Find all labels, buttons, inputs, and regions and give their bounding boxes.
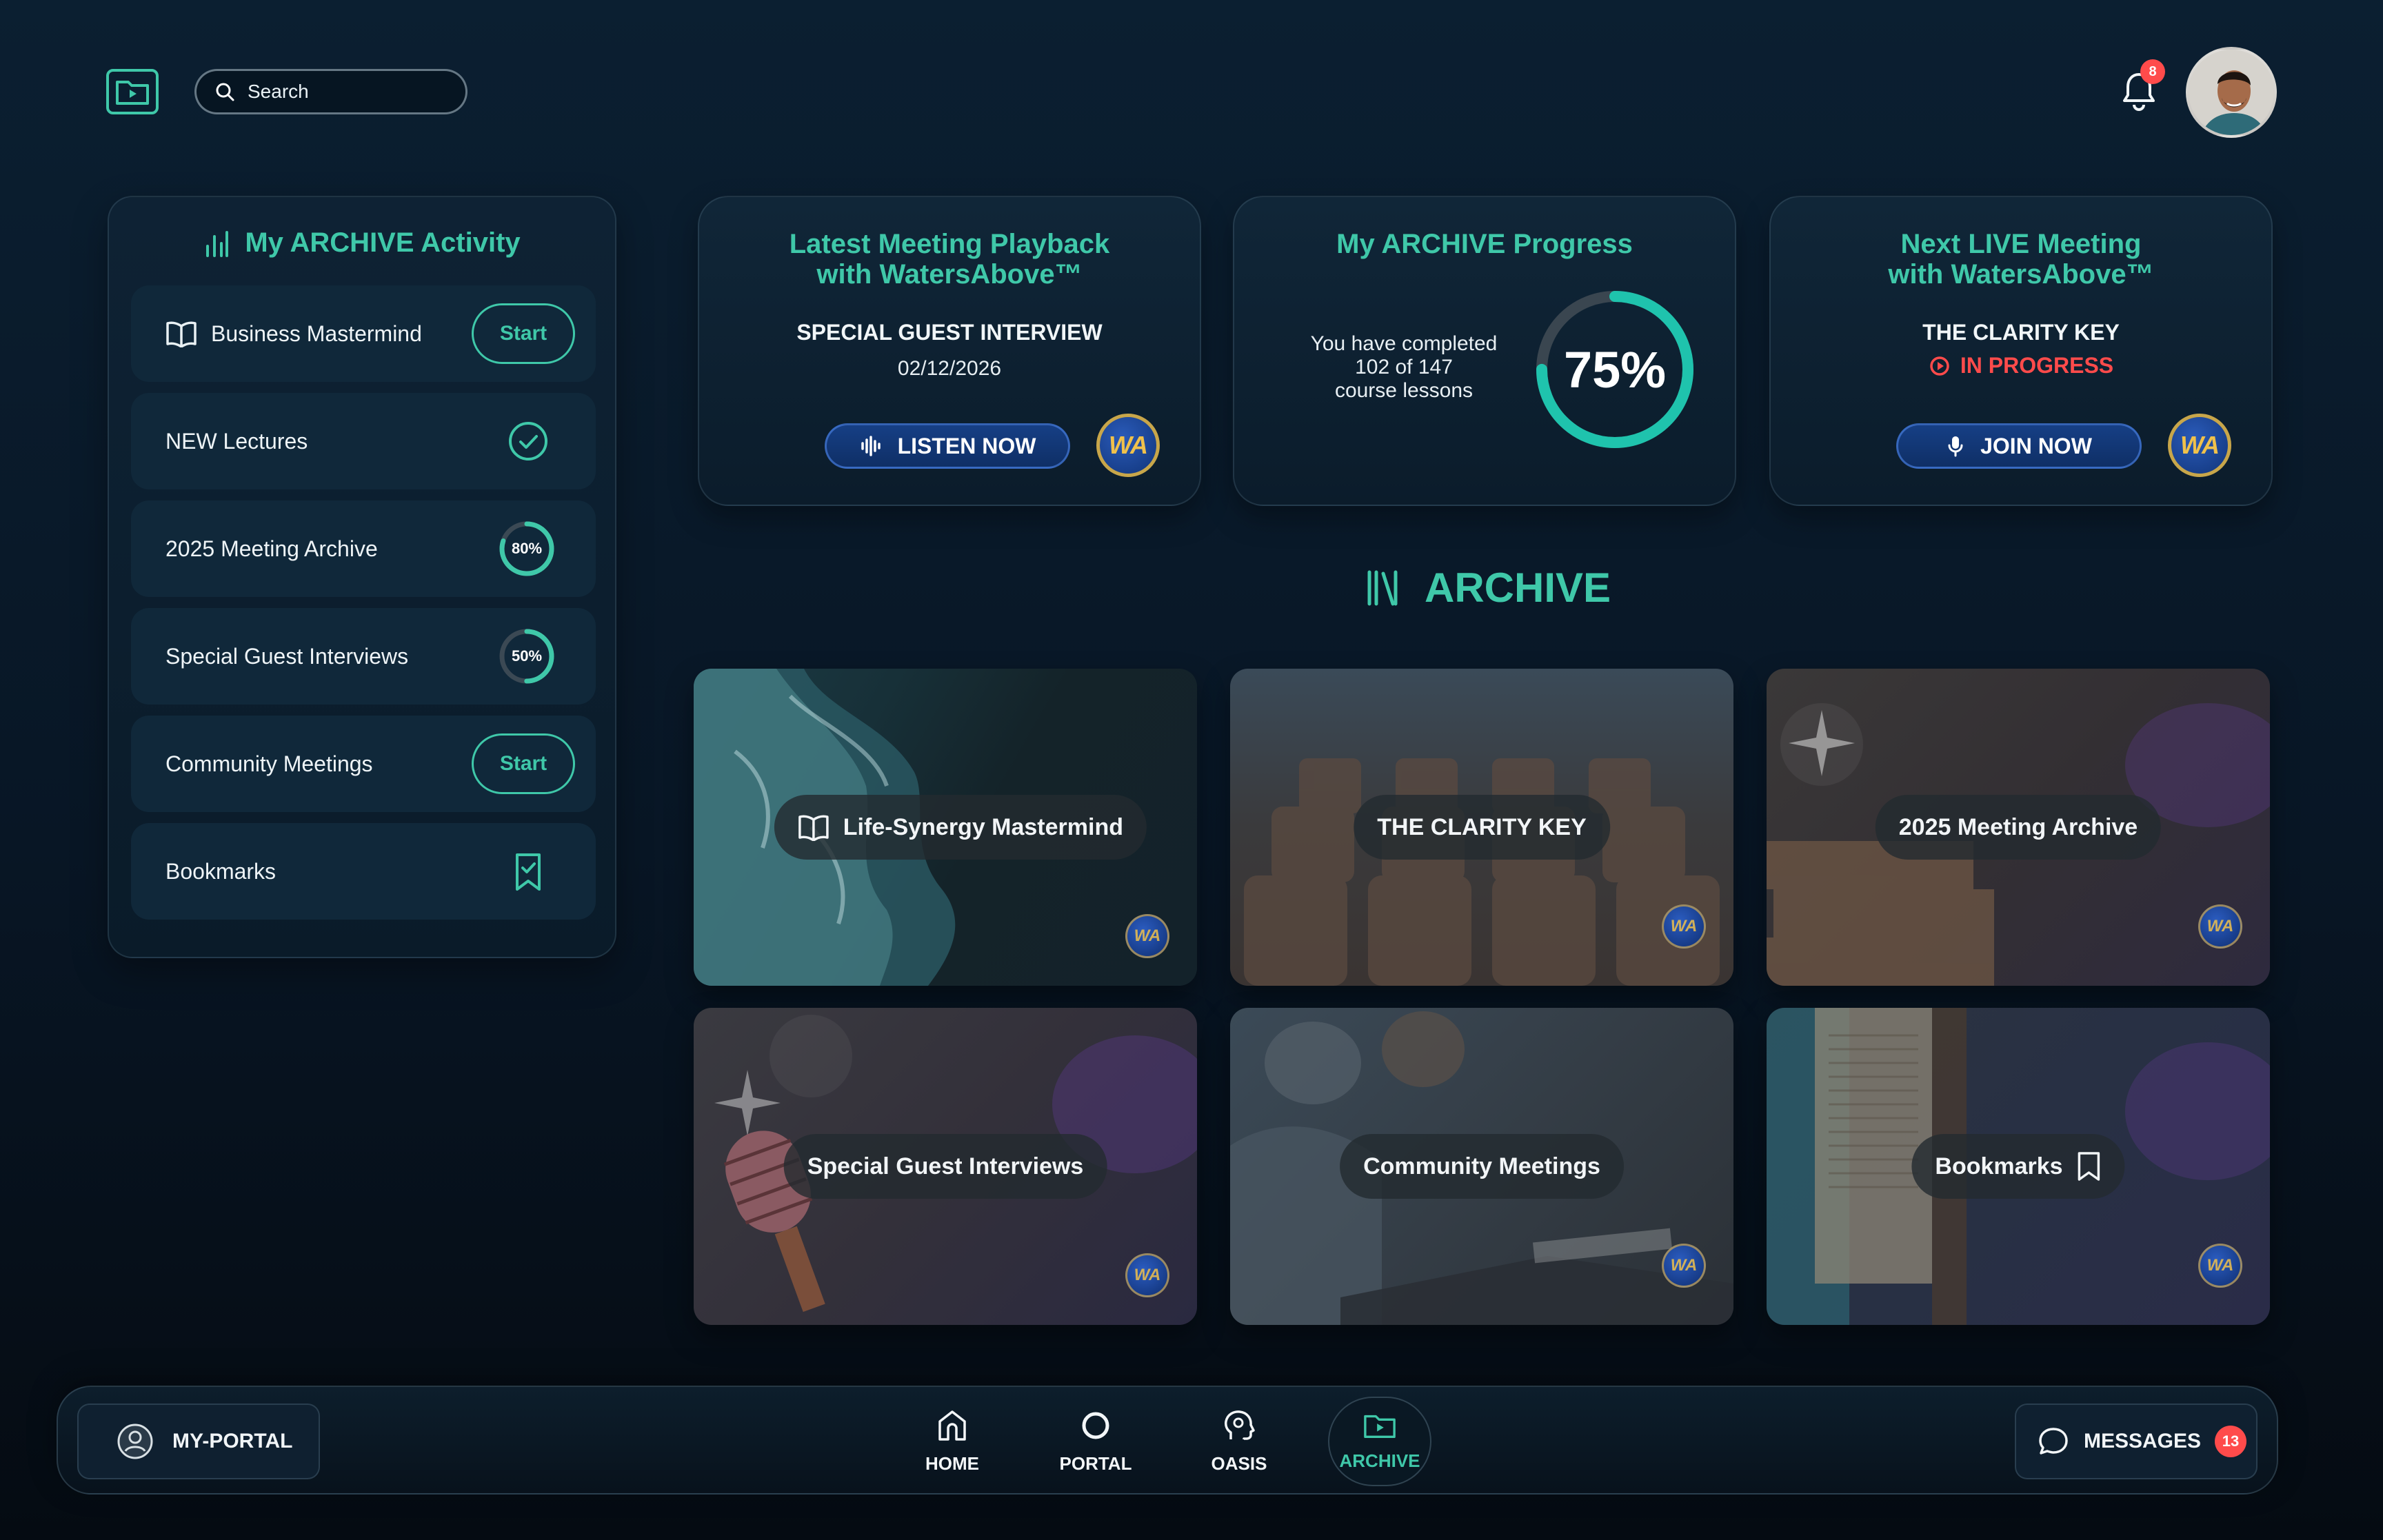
start-button[interactable]: Start (472, 733, 575, 794)
progress-description: You have completed 102 of 147 course les… (1310, 332, 1498, 402)
wa-logo-badge: WA (2168, 414, 2231, 477)
head-mind-icon (1225, 1410, 1255, 1440)
activity-panel-title: My ARCHIVE Activity (109, 227, 615, 259)
bookmark-icon (2078, 1152, 2100, 1181)
archive-tile-community-meetings[interactable]: Community Meetings WA (1230, 1008, 1733, 1325)
microphone-icon (1948, 436, 1963, 457)
search-placeholder: Search (248, 81, 309, 102)
nav-portal[interactable]: PORTAL (1044, 1397, 1147, 1486)
card-title: Latest Meeting Playback with WatersAbove… (789, 229, 1110, 290)
activity-item-special-guest-interviews[interactable]: Special Guest Interviews 50% (131, 608, 596, 705)
play-circle-icon (1930, 356, 1949, 376)
card-title: Next LIVE Meeting with WatersAbove™ (1888, 229, 2154, 290)
activity-item-new-lectures[interactable]: NEW Lectures (131, 393, 596, 489)
archive-tile-the-clarity-key[interactable]: THE CLARITY KEY WA (1230, 669, 1733, 986)
activity-item-label: Bookmarks (165, 858, 276, 884)
check-circle-icon (509, 422, 547, 460)
meeting-status: IN PROGRESS (1771, 353, 2271, 378)
archive-folder-logo-icon[interactable] (106, 69, 159, 114)
start-button[interactable]: Start (472, 303, 575, 364)
tile-label: Bookmarks (1911, 1134, 2125, 1199)
wa-logo-badge: WA (2198, 1244, 2242, 1288)
search-icon (216, 83, 234, 101)
messages-button[interactable]: MESSAGES 13 (2015, 1404, 2258, 1479)
tile-label: Special Guest Interviews (783, 1134, 1107, 1199)
activity-item-label: NEW Lectures (165, 428, 308, 454)
nav-oasis[interactable]: OASIS (1187, 1397, 1291, 1486)
top-bar: Search 8 (0, 0, 2383, 179)
wa-logo-badge: WA (1662, 904, 1706, 949)
progress-percent: 50% (511, 647, 543, 665)
progress-percent: 75% (1563, 341, 1667, 398)
portal-ring-icon (1082, 1412, 1109, 1439)
wa-logo-badge: WA (1125, 1253, 1169, 1297)
card-date: 02/12/2026 (897, 357, 1002, 380)
library-books-icon (1367, 570, 1398, 606)
user-avatar[interactable] (2186, 47, 2277, 138)
activity-title-text: My ARCHIVE Activity (245, 227, 521, 258)
activity-item-community-meetings[interactable]: Community Meetings Start (131, 716, 596, 812)
archive-activity-panel: My ARCHIVE Activity Business Mastermind … (108, 196, 616, 958)
messages-count-badge: 13 (2215, 1426, 2247, 1457)
audio-wave-icon (861, 436, 881, 456)
archive-tile-special-guest-interviews[interactable]: Special Guest Interviews WA (694, 1008, 1197, 1325)
wa-logo-badge: WA (2198, 904, 2242, 949)
archive-tile-life-synergy-mastermind[interactable]: Life-Synergy Mastermind WA (694, 669, 1197, 986)
notification-badge: 8 (2140, 59, 2165, 84)
activity-item-label: Community Meetings (165, 751, 373, 776)
activity-item-2025-meeting-archive[interactable]: 2025 Meeting Archive 80% (131, 500, 596, 597)
activity-item-label: Special Guest Interviews (165, 643, 409, 669)
chat-bubble-icon (2039, 1428, 2068, 1455)
home-icon (938, 1410, 966, 1441)
open-book-icon (798, 815, 829, 841)
archive-heading: ARCHIVE (1365, 560, 1611, 615)
tile-label: Life-Synergy Mastermind (774, 795, 1147, 860)
archive-tile-2025-meeting-archive[interactable]: 2025 Meeting Archive WA (1767, 669, 2270, 986)
user-circle-icon (117, 1424, 153, 1459)
card-title: My ARCHIVE Progress (1336, 229, 1633, 259)
latest-playback-card: Latest Meeting Playback with WatersAbove… (698, 196, 1201, 506)
activity-item-business-mastermind[interactable]: Business Mastermind Start (131, 285, 596, 382)
wa-logo-badge: WA (1096, 414, 1160, 477)
bottom-navigation: MY-PORTAL HOME PORTAL OASIS ARCHIVE MESS… (57, 1386, 2278, 1495)
bookmark-icon (516, 853, 541, 891)
archive-progress-card: My ARCHIVE Progress You have completed 1… (1233, 196, 1736, 506)
activity-item-label: Business Mastermind (211, 321, 422, 346)
activity-item-bookmarks[interactable]: Bookmarks (131, 823, 596, 920)
archive-folder-icon (1364, 1415, 1396, 1438)
wa-logo-badge: WA (1662, 1244, 1706, 1288)
nav-archive[interactable]: ARCHIVE (1328, 1397, 1431, 1486)
nav-home[interactable]: HOME (901, 1397, 1004, 1486)
card-subtitle: SPECIAL GUEST INTERVIEW (796, 320, 1103, 345)
bar-chart-icon (206, 230, 229, 257)
listen-now-button[interactable]: LISTEN NOW (825, 423, 1070, 469)
open-book-icon (166, 321, 197, 347)
my-portal-button[interactable]: MY-PORTAL (77, 1404, 320, 1479)
search-input[interactable]: Search (194, 69, 467, 114)
join-now-button[interactable]: JOIN NOW (1896, 423, 2142, 469)
card-subtitle: THE CLARITY KEY (1922, 320, 2120, 345)
tile-label: THE CLARITY KEY (1354, 795, 1610, 860)
wa-logo-badge: WA (1125, 914, 1169, 958)
progress-percent: 80% (511, 540, 543, 557)
tile-label: 2025 Meeting Archive (1875, 795, 2162, 860)
tile-label: Community Meetings (1340, 1134, 1624, 1199)
archive-tile-bookmarks[interactable]: Bookmarks WA (1767, 1008, 2270, 1325)
activity-item-label: 2025 Meeting Archive (165, 536, 378, 561)
next-live-meeting-card: Next LIVE Meeting with WatersAbove™ THE … (1769, 196, 2273, 506)
